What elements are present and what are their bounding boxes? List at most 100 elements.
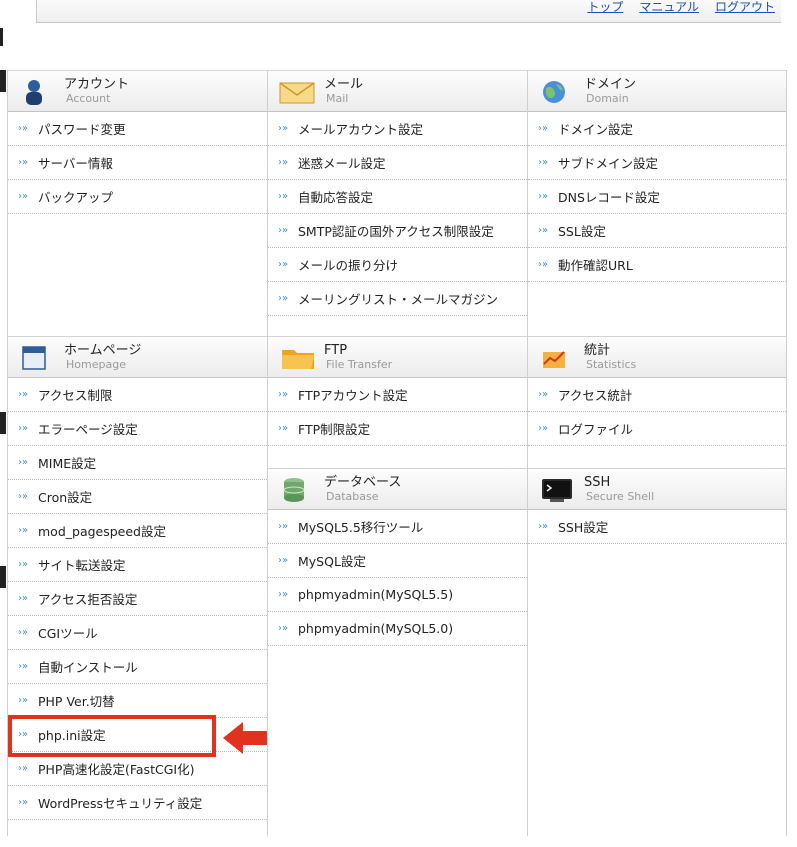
arrow-icon: ›» [18, 762, 29, 774]
section-header-homepage: ホームページ Homepage [8, 336, 267, 378]
arrow-icon: ›» [18, 558, 29, 570]
sidebar-edge [0, 70, 6, 92]
arrow-icon: ›» [278, 122, 289, 134]
terminal-icon [542, 479, 572, 502]
menu-item-ftp-account[interactable]: ›» FTPアカウント設定 [268, 378, 527, 412]
arrow-icon: ›» [18, 156, 29, 168]
database-icon [283, 478, 305, 502]
menu-item-auto-install[interactable]: ›» 自動インストール [8, 650, 267, 684]
menu-item-ftp-restriction[interactable]: ›» FTP制限設定 [268, 412, 527, 446]
menu-item-check-url[interactable]: ›» 動作確認URL [528, 248, 786, 282]
arrow-icon: ›» [278, 554, 289, 566]
menu-item-smtp-restriction[interactable]: ›» SMTP認証の国外アクセス制限設定 [268, 214, 527, 248]
manual-link[interactable]: マニュアル [639, 0, 699, 14]
arrow-icon: ›» [18, 592, 29, 604]
mail-icon [279, 82, 315, 104]
arrow-icon: ›» [18, 388, 29, 400]
arrow-icon: ›» [538, 520, 549, 532]
arrow-icon: ›» [278, 588, 289, 600]
arrow-icon: ›» [18, 524, 29, 536]
section-subtitle: Account [66, 92, 111, 105]
menu-item-php-version[interactable]: ›» PHP Ver.切替 [8, 684, 267, 718]
menu-item-mailing-list[interactable]: ›» メーリングリスト・メールマガジン [268, 282, 527, 316]
control-panel-grid: アカウント Account ›» パスワード変更 ›» サーバー情報 ›» バックアッ… [7, 70, 787, 836]
menu-item-phpmyadmin-50[interactable]: ›» phpmyadmin(MySQL5.0) [268, 612, 527, 646]
arrow-icon: ›» [278, 190, 289, 202]
section-subtitle: Mail [326, 92, 349, 105]
menu-item-ssh-settings[interactable]: ›» SSH設定 [528, 510, 786, 544]
section-subtitle: Secure Shell [586, 490, 655, 503]
arrow-icon: ›» [538, 422, 549, 434]
top-bar: トップ マニュアル ログアウト [36, 0, 781, 23]
menu-item-mail-account[interactable]: ›» メールアカウント設定 [268, 112, 527, 146]
menu-item-cgi-tools[interactable]: ›» CGIツール [8, 616, 267, 650]
chart-icon [543, 351, 565, 368]
section-header-account: アカウント Account [8, 70, 267, 112]
menu-item-wordpress-security[interactable]: ›» WordPressセキュリティ設定 [8, 786, 267, 820]
menu-item-mod-pagespeed[interactable]: ›» mod_pagespeed設定 [8, 514, 267, 548]
menu-item-domain-settings[interactable]: ›» ドメイン設定 [528, 112, 786, 146]
arrow-icon: ›» [278, 388, 289, 400]
menu-item-mail-filter[interactable]: ›» メールの振り分け [268, 248, 527, 282]
section-title: メール [324, 77, 364, 92]
red-arrow-icon [223, 722, 267, 754]
menu-item-error-page[interactable]: ›» エラーページ設定 [8, 412, 267, 446]
arrow-icon: ›» [18, 694, 29, 706]
section-subtitle: Database [326, 490, 379, 503]
section-title: データベース [324, 475, 402, 490]
menu-item-auto-reply[interactable]: ›» 自動応答設定 [268, 180, 527, 214]
arrow-icon: ›» [538, 388, 549, 400]
column-2: メール Mail ›» メールアカウント設定 ›» 迷惑メール設定 ›» 自動応答設定… [268, 70, 528, 836]
menu-item-access-restriction[interactable]: ›» アクセス制限 [8, 378, 267, 412]
section-header-domain: ドメイン Domain [528, 70, 786, 112]
menu-item-phpmyadmin-55[interactable]: ›» phpmyadmin(MySQL5.5) [268, 578, 527, 612]
arrow-icon: ›» [278, 520, 289, 532]
arrow-icon: ›» [278, 422, 289, 434]
arrow-icon: ›» [278, 622, 289, 634]
menu-item-mysql55-migration[interactable]: ›» MySQL5.5移行ツール [268, 510, 527, 544]
menu-item-spam[interactable]: ›» 迷惑メール設定 [268, 146, 527, 180]
arrow-icon: ›» [278, 292, 289, 304]
menu-item-password-change[interactable]: ›» パスワード変更 [8, 112, 267, 146]
section-title: アカウント [64, 77, 130, 92]
menu-item-ssl[interactable]: ›» SSL設定 [528, 214, 786, 248]
section-subtitle: Homepage [66, 358, 126, 371]
menu-item-cron[interactable]: ›» Cron設定 [8, 480, 267, 514]
arrow-icon: ›» [18, 660, 29, 672]
globe-icon [543, 81, 565, 103]
section-header-statistics: 統計 Statistics [528, 336, 786, 378]
top-link[interactable]: トップ [587, 0, 623, 14]
menu-item-mysql-settings[interactable]: ›» MySQL設定 [268, 544, 527, 578]
arrow-icon: ›» [18, 190, 29, 202]
section-title: ドメイン [584, 77, 637, 92]
arrow-icon: ›» [18, 796, 29, 808]
menu-item-access-deny[interactable]: ›» アクセス拒否設定 [8, 582, 267, 616]
menu-item-backup[interactable]: ›» バックアップ [8, 180, 267, 214]
sidebar-edge [0, 412, 6, 434]
arrow-icon: ›» [278, 156, 289, 168]
arrow-icon: ›» [18, 122, 29, 134]
menu-item-server-info[interactable]: ›» サーバー情報 [8, 146, 267, 180]
menu-item-subdomain[interactable]: ›» サブドメイン設定 [528, 146, 786, 180]
highlight-box [8, 715, 216, 757]
section-subtitle: Domain [586, 92, 629, 105]
homepage-icon [22, 346, 46, 370]
arrow-icon: ›» [18, 626, 29, 638]
menu-item-mime[interactable]: ›» MIME設定 [8, 446, 267, 480]
menu-item-php-fastcgi[interactable]: ›» PHP高速化設定(FastCGI化) [8, 752, 267, 786]
section-title: ホームページ [64, 343, 142, 358]
arrow-icon: ›» [538, 122, 549, 134]
menu-item-dns-record[interactable]: ›» DNSレコード設定 [528, 180, 786, 214]
arrow-icon: ›» [278, 224, 289, 236]
menu-item-log-file[interactable]: ›» ログファイル [528, 412, 786, 446]
account-icon [26, 80, 42, 105]
column-3: ドメイン Domain ›» ドメイン設定 ›» サブドメイン設定 ›» DNSレコー… [528, 70, 786, 836]
section-header-ssh: SSH Secure Shell [528, 468, 786, 510]
menu-item-site-redirect[interactable]: ›» サイト転送設定 [8, 548, 267, 582]
logout-link[interactable]: ログアウト [715, 0, 775, 14]
arrow-icon: ›» [278, 258, 289, 270]
section-subtitle: Statistics [586, 358, 637, 371]
sidebar-edge [0, 566, 6, 588]
menu-item-access-stats[interactable]: ›» アクセス統計 [528, 378, 786, 412]
arrow-icon: ›» [538, 224, 549, 236]
